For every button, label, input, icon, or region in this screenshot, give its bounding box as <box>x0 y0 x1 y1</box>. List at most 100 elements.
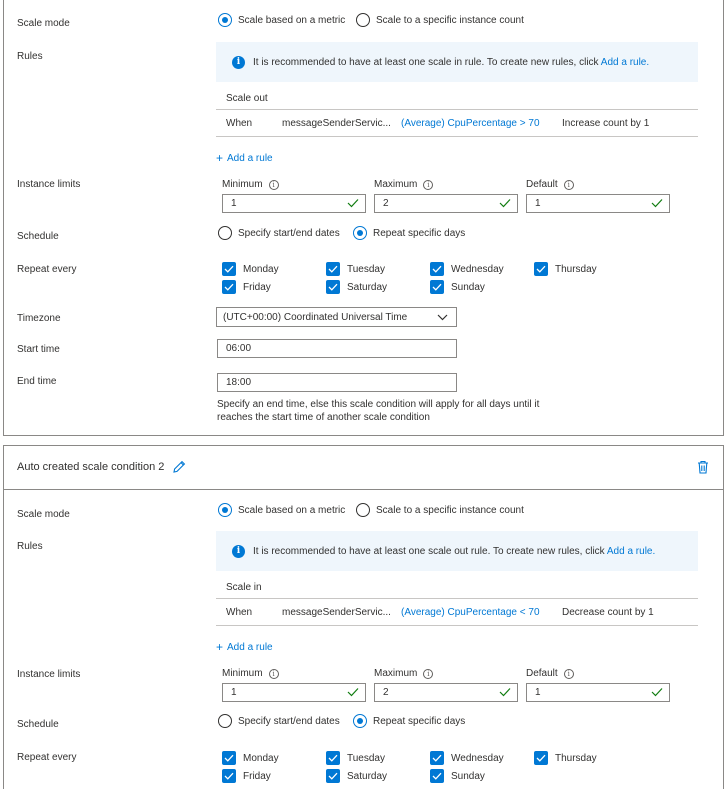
checkmark-icon <box>326 262 340 276</box>
checkbox-wednesday[interactable]: Wednesday <box>430 751 504 765</box>
scale-condition-1-panel: Scale mode Scale based on a metric Scale… <box>3 0 724 436</box>
radio-repeat-days[interactable]: Repeat specific days <box>353 226 465 240</box>
add-rule-link[interactable]: Add a rule. <box>607 546 655 557</box>
info-outline-icon: i <box>268 668 279 679</box>
default-input[interactable]: 1 <box>526 683 670 702</box>
info-icon: i <box>232 544 245 558</box>
radio-specify-dates[interactable]: Specify start/end dates <box>218 226 340 240</box>
checkbox-sunday[interactable]: Sunday <box>430 280 485 294</box>
maximum-label: Maximum i <box>374 179 434 190</box>
checkmark-icon <box>222 751 236 765</box>
scale-mode-label: Scale mode <box>17 509 70 520</box>
checkmark-icon <box>430 262 444 276</box>
checkmark-icon <box>326 751 340 765</box>
rule-metric-link[interactable]: (Average) CpuPercentage > 70 <box>401 118 540 129</box>
info-banner: i It is recommended to have at least one… <box>216 531 698 571</box>
table-row[interactable]: When messageSenderServic... (Average) Cp… <box>216 600 698 626</box>
checkbox-friday[interactable]: Friday <box>222 769 271 783</box>
timezone-select[interactable]: (UTC+00:00) Coordinated Universal Time <box>216 307 457 327</box>
repeat-every-label: Repeat every <box>17 264 77 275</box>
checkmark-icon <box>222 262 236 276</box>
instance-limits-label: Instance limits <box>17 179 81 190</box>
radio-selected-icon <box>353 714 367 728</box>
radio-selected-icon <box>353 226 367 240</box>
valid-check-icon <box>347 688 359 697</box>
condition-title: Auto created scale condition 2 <box>17 461 165 473</box>
maximum-label: Maximum i <box>374 668 434 679</box>
radio-unselected-icon <box>218 226 232 240</box>
checkmark-icon <box>222 769 236 783</box>
start-time-input[interactable]: 06:00 <box>217 339 457 358</box>
info-outline-icon: i <box>423 668 434 679</box>
info-icon: i <box>232 55 245 69</box>
checkbox-thursday[interactable]: Thursday <box>534 262 597 276</box>
checkbox-wednesday[interactable]: Wednesday <box>430 262 504 276</box>
checkbox-thursday[interactable]: Thursday <box>534 751 597 765</box>
schedule-label: Schedule <box>17 719 59 730</box>
default-label: Default i <box>526 179 574 190</box>
edit-pencil-icon[interactable] <box>172 460 186 474</box>
rule-metric-link[interactable]: (Average) CpuPercentage < 70 <box>401 607 540 618</box>
end-time-label: End time <box>17 376 57 387</box>
radio-selected-icon <box>218 503 232 517</box>
maximum-input[interactable]: 2 <box>374 194 518 213</box>
minimum-label: Minimum i <box>222 179 279 190</box>
timezone-label: Timezone <box>17 313 61 324</box>
trash-icon[interactable] <box>697 460 709 474</box>
radio-specify-dates[interactable]: Specify start/end dates <box>218 714 340 728</box>
minimum-input[interactable]: 1 <box>222 683 366 702</box>
radio-scale-metric[interactable]: Scale based on a metric <box>218 503 345 517</box>
info-outline-icon: i <box>563 668 574 679</box>
scale-mode-label: Scale mode <box>17 18 70 29</box>
checkmark-icon <box>326 769 340 783</box>
chevron-down-icon <box>437 314 448 321</box>
minimum-input[interactable]: 1 <box>222 194 366 213</box>
valid-check-icon <box>499 688 511 697</box>
checkmark-icon <box>430 751 444 765</box>
checkbox-saturday[interactable]: Saturday <box>326 280 387 294</box>
radio-scale-metric[interactable]: Scale based on a metric <box>218 13 345 27</box>
valid-check-icon <box>499 199 511 208</box>
checkbox-sunday[interactable]: Sunday <box>430 769 485 783</box>
schedule-label: Schedule <box>17 231 59 242</box>
default-input[interactable]: 1 <box>526 194 670 213</box>
valid-check-icon <box>651 688 663 697</box>
checkbox-tuesday[interactable]: Tuesday <box>326 751 385 765</box>
plus-icon: + <box>216 151 224 165</box>
add-rule-button[interactable]: + Add a rule <box>216 151 273 165</box>
add-rule-button[interactable]: + Add a rule <box>216 640 273 654</box>
checkbox-monday[interactable]: Monday <box>222 751 279 765</box>
info-outline-icon: i <box>268 179 279 190</box>
end-time-input[interactable]: 18:00 <box>217 373 457 392</box>
rules-label: Rules <box>17 541 43 552</box>
radio-unselected-icon <box>218 714 232 728</box>
scale-condition-2-panel: Auto created scale condition 2 Scale mod… <box>3 445 724 789</box>
checkmark-icon <box>222 280 236 294</box>
checkmark-icon <box>534 262 548 276</box>
checkmark-icon <box>326 280 340 294</box>
minimum-label: Minimum i <box>222 668 279 679</box>
radio-scale-instance-count[interactable]: Scale to a specific instance count <box>356 13 524 27</box>
condition-header: Auto created scale condition 2 <box>4 446 723 490</box>
info-text: It is recommended to have at least one s… <box>253 56 650 68</box>
checkbox-friday[interactable]: Friday <box>222 280 271 294</box>
valid-check-icon <box>347 199 359 208</box>
start-time-label: Start time <box>17 344 60 355</box>
radio-unselected-icon <box>356 13 370 27</box>
radio-repeat-days[interactable]: Repeat specific days <box>353 714 465 728</box>
checkbox-saturday[interactable]: Saturday <box>326 769 387 783</box>
end-time-note: Specify an end time, else this scale con… <box>217 399 540 423</box>
checkmark-icon <box>430 280 444 294</box>
info-outline-icon: i <box>423 179 434 190</box>
radio-unselected-icon <box>356 503 370 517</box>
table-row[interactable]: When messageSenderServic... (Average) Cp… <box>216 111 698 137</box>
repeat-every-label: Repeat every <box>17 752 77 763</box>
info-text: It is recommended to have at least one s… <box>253 545 656 557</box>
default-label: Default i <box>526 668 574 679</box>
checkmark-icon <box>430 769 444 783</box>
add-rule-link[interactable]: Add a rule. <box>601 57 649 68</box>
checkbox-tuesday[interactable]: Tuesday <box>326 262 385 276</box>
radio-scale-instance-count[interactable]: Scale to a specific instance count <box>356 503 524 517</box>
checkbox-monday[interactable]: Monday <box>222 262 279 276</box>
maximum-input[interactable]: 2 <box>374 683 518 702</box>
